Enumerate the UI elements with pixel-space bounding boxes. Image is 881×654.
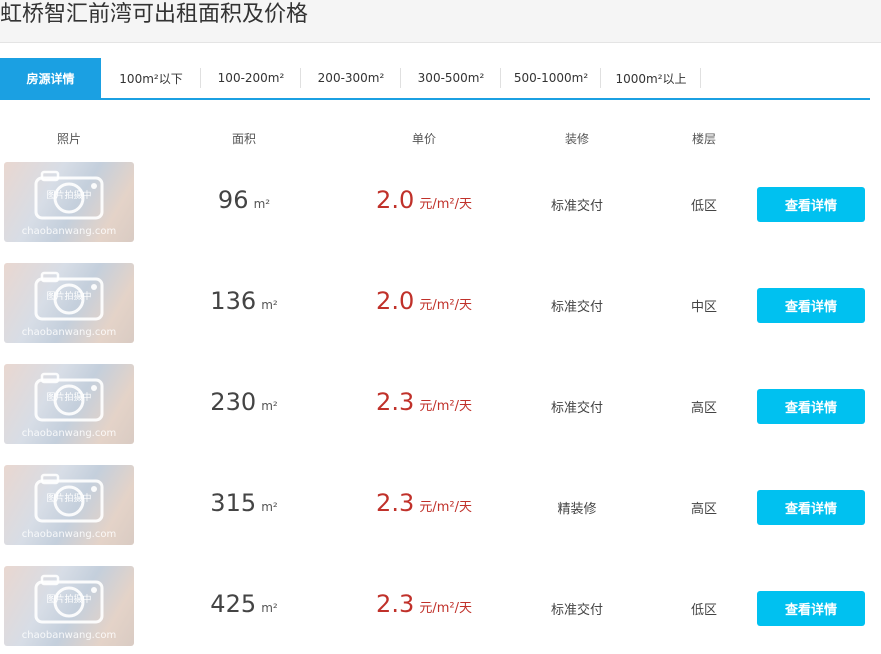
price-unit: 元/m²/天 (419, 399, 472, 414)
column-header-decoration: 装修 (564, 132, 589, 146)
column-header-floor: 楼层 (691, 132, 716, 146)
listing-price: 2.3 元/m²/天 (354, 489, 494, 517)
area-unit: m² (261, 399, 278, 413)
tab-under-100[interactable]: 100m²以下 (101, 58, 201, 98)
view-details-button[interactable]: 查看详情 (757, 187, 865, 222)
photo-watermark: chaobanwang.com (21, 226, 117, 237)
listing-photo[interactable]: 图片拍摄中 chaobanwang.com (4, 465, 134, 545)
view-details-button[interactable]: 查看详情 (757, 591, 865, 626)
tab-200-300[interactable]: 200-300m² (301, 58, 401, 98)
listing-area: 315 m² (184, 489, 304, 517)
listing-floor: 中区 (690, 300, 717, 315)
listing-decoration: 标准交付 (550, 603, 603, 618)
tab-100-200[interactable]: 100-200m² (201, 58, 301, 98)
listing-decoration: 标准交付 (550, 199, 603, 214)
listing-area: 136 m² (184, 287, 304, 315)
price-value: 2.0 (376, 287, 415, 315)
listing-floor: 低区 (690, 199, 717, 214)
photo-caption: 图片拍摄中 (46, 292, 92, 302)
listing-row: 图片拍摄中 chaobanwang.com 230 m² 2.3 元/m²/天 … (0, 364, 881, 444)
photo-watermark: chaobanwang.com (21, 630, 117, 641)
tab-over-1000[interactable]: 1000m²以上 (601, 58, 701, 98)
listing-price: 2.3 元/m²/天 (354, 388, 494, 416)
listing-photo[interactable]: 图片拍摄中 chaobanwang.com (4, 566, 134, 646)
area-value: 96 (217, 186, 249, 214)
column-header-area: 面积 (231, 132, 256, 146)
listing-price: 2.0 元/m²/天 (354, 287, 494, 315)
area-unit: m² (261, 601, 278, 615)
listing-area: 96 m² (184, 186, 304, 214)
tab-listing-details[interactable]: 房源详情 (0, 58, 101, 98)
photo-watermark: chaobanwang.com (21, 327, 117, 338)
area-value: 315 (210, 489, 257, 517)
photo-caption: 图片拍摄中 (46, 393, 92, 403)
area-value: 425 (210, 590, 257, 618)
listing-row: 图片拍摄中 chaobanwang.com 425 m² 2.3 元/m²/天 … (0, 566, 881, 646)
tab-500-1000[interactable]: 500-1000m² (501, 58, 601, 98)
area-value: 136 (210, 287, 257, 315)
listing-photo[interactable]: 图片拍摄中 chaobanwang.com (4, 263, 134, 343)
listing-floor: 高区 (690, 502, 717, 517)
photo-caption: 图片拍摄中 (46, 595, 92, 605)
area-value: 230 (210, 388, 257, 416)
column-header-price: 单价 (411, 132, 436, 146)
price-unit: 元/m²/天 (419, 500, 472, 515)
photo-watermark: chaobanwang.com (21, 428, 117, 439)
listing-decoration: 标准交付 (550, 401, 603, 416)
listing-area: 425 m² (184, 590, 304, 618)
price-unit: 元/m²/天 (419, 298, 472, 313)
price-value: 2.3 (376, 388, 415, 416)
page-header: 虹桥智汇前湾可出租面积及价格 (0, 0, 881, 43)
price-value: 2.3 (376, 590, 415, 618)
listing-floor: 高区 (690, 401, 717, 416)
area-unit: m² (261, 500, 278, 514)
listing-price: 2.3 元/m²/天 (354, 590, 494, 618)
area-filter-tabs: 房源详情 100m²以下 100-200m² 200-300m² 300-500… (0, 58, 870, 100)
listing-row: 图片拍摄中 chaobanwang.com 315 m² 2.3 元/m²/天 … (0, 465, 881, 545)
view-details-button[interactable]: 查看详情 (757, 490, 865, 525)
listing-row: 图片拍摄中 chaobanwang.com 136 m² 2.0 元/m²/天 … (0, 263, 881, 343)
listing-price: 2.0 元/m²/天 (354, 186, 494, 214)
listing-row: 图片拍摄中 chaobanwang.com 96 m² 2.0 元/m²/天 标… (0, 162, 881, 242)
listing-area: 230 m² (184, 388, 304, 416)
view-details-button[interactable]: 查看详情 (757, 389, 865, 424)
area-unit: m² (261, 298, 278, 312)
photo-caption: 图片拍摄中 (46, 191, 92, 201)
tab-300-500[interactable]: 300-500m² (401, 58, 501, 98)
listing-decoration: 标准交付 (550, 300, 603, 315)
column-header-photo: 照片 (56, 132, 81, 146)
price-value: 2.0 (376, 186, 415, 214)
page-title: 虹桥智汇前湾可出租面积及价格 (0, 2, 309, 27)
photo-caption: 图片拍摄中 (46, 494, 92, 504)
listing-photo[interactable]: 图片拍摄中 chaobanwang.com (4, 364, 134, 444)
view-details-button[interactable]: 查看详情 (757, 288, 865, 323)
listing-floor: 低区 (690, 603, 717, 618)
price-unit: 元/m²/天 (419, 197, 472, 212)
area-unit: m² (253, 197, 271, 211)
price-unit: 元/m²/天 (419, 601, 472, 616)
photo-watermark: chaobanwang.com (21, 529, 117, 540)
listing-decoration: 精装修 (557, 502, 597, 517)
price-value: 2.3 (376, 489, 415, 517)
listing-photo[interactable]: 图片拍摄中 chaobanwang.com (4, 162, 134, 242)
